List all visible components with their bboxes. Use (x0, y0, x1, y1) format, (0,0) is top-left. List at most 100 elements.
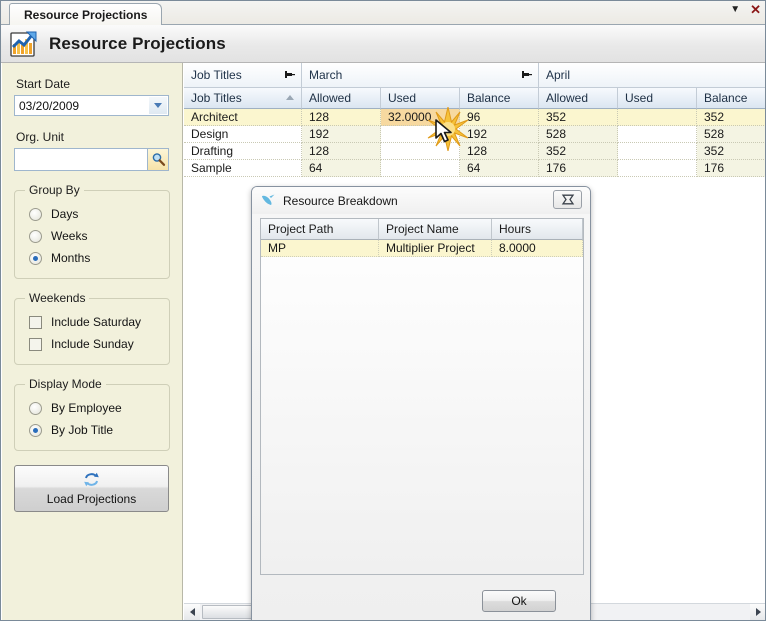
column-label: Balance (704, 91, 748, 105)
cell-march-allowed[interactable]: 128 (302, 109, 381, 126)
weekends-legend: Weekends (29, 291, 86, 305)
chevron-down-icon[interactable] (149, 97, 167, 114)
cell-april-balance[interactable]: 352 (697, 109, 765, 126)
arrow-right-icon[interactable] (750, 604, 765, 620)
cell-april-allowed[interactable]: 352 (539, 143, 618, 160)
dialog-cell-project-name[interactable]: Multiplier Project (379, 240, 492, 257)
table-row[interactable]: Drafting 128 128 352 352 (184, 143, 765, 160)
column-label: Allowed (309, 91, 352, 105)
column-header-march-allowed[interactable]: Allowed (302, 88, 381, 109)
cell-march-balance[interactable]: 192 (460, 126, 539, 143)
column-label: Balance (467, 91, 511, 105)
cell-april-balance[interactable]: 176 (697, 160, 765, 177)
band-april[interactable]: April (539, 63, 765, 88)
cell-april-allowed[interactable]: 176 (539, 160, 618, 177)
ok-button-label: Ok (511, 594, 527, 608)
cell-april-used[interactable] (618, 143, 697, 160)
column-header-april-allowed[interactable]: Allowed (539, 88, 618, 109)
radio-label: By Employee (51, 401, 122, 415)
radio-display-by-employee[interactable]: By Employee (29, 397, 161, 419)
band-job-titles[interactable]: Job Titles (184, 63, 302, 88)
options-sidebar: Start Date 03/20/2009 Org. Unit Group By… (2, 63, 183, 620)
checkbox-label: Include Sunday (51, 337, 134, 351)
cell-march-balance[interactable]: 128 (460, 143, 539, 160)
dialog-cell-hours[interactable]: 8.0000 (492, 240, 583, 257)
start-date-input[interactable]: 03/20/2009 (14, 95, 169, 116)
tab-resource-projections[interactable]: Resource Projections (9, 3, 163, 25)
checkbox-icon (29, 337, 42, 351)
table-row[interactable]: Architect 128 32.0000 96 352 352 (184, 109, 765, 126)
cell-job-title[interactable]: Architect (184, 109, 302, 126)
dialog-table-row[interactable]: MP Multiplier Project 8.0000 (261, 240, 583, 257)
cell-march-allowed[interactable]: 128 (302, 143, 381, 160)
weekends-fieldset: Weekends Include Saturday Include Sunday (14, 291, 170, 365)
column-header-job-titles[interactable]: Job Titles (184, 88, 302, 109)
dialog-close-button[interactable] (553, 190, 582, 209)
radio-group-by-days[interactable]: Days (29, 203, 161, 225)
group-by-legend: Group By (29, 183, 80, 197)
cell-march-balance[interactable]: 64 (460, 160, 539, 177)
load-projections-button[interactable]: Load Projections (14, 465, 169, 512)
cell-march-used[interactable] (381, 160, 460, 177)
radio-group-by-months[interactable]: Months (29, 247, 161, 269)
table-row[interactable]: Sample 64 64 176 176 (184, 160, 765, 177)
radio-icon (29, 401, 42, 415)
ok-button[interactable]: Ok (482, 590, 556, 612)
cell-march-used[interactable] (381, 143, 460, 160)
cell-job-title[interactable]: Sample (184, 160, 302, 177)
arrow-left-icon[interactable] (184, 604, 200, 620)
cell-march-used[interactable]: 32.0000 (381, 109, 460, 126)
cell-april-used[interactable] (618, 109, 697, 126)
cell-april-used[interactable] (618, 126, 697, 143)
chevron-down-icon[interactable]: ▼ (730, 4, 740, 16)
dialog-column-header-project-path[interactable]: Project Path (261, 219, 379, 240)
cell-april-allowed[interactable]: 528 (539, 126, 618, 143)
dialog-footer: Ok (252, 581, 590, 620)
cell-march-allowed[interactable]: 192 (302, 126, 381, 143)
cell-march-allowed[interactable]: 64 (302, 160, 381, 177)
pin-icon[interactable] (284, 69, 295, 83)
cell-job-title[interactable]: Drafting (184, 143, 302, 160)
checkbox-include-sunday[interactable]: Include Sunday (29, 333, 161, 355)
checkbox-label: Include Saturday (51, 315, 142, 329)
column-header-march-used[interactable]: Used (381, 88, 460, 109)
pin-icon[interactable] (521, 69, 532, 83)
display-mode-fieldset: Display Mode By Employee By Job Title (14, 377, 170, 451)
column-header-march-balance[interactable]: Balance (460, 88, 539, 109)
cell-april-balance[interactable]: 352 (697, 143, 765, 160)
dialog-column-header-project-name[interactable]: Project Name (379, 219, 492, 240)
radio-label: Weeks (51, 229, 88, 243)
sort-ascending-icon (286, 95, 294, 100)
start-date-value: 03/20/2009 (19, 98, 80, 113)
cell-april-balance[interactable]: 528 (697, 126, 765, 143)
radio-icon (29, 229, 42, 243)
cell-april-allowed[interactable]: 352 (539, 109, 618, 126)
radio-display-by-job-title[interactable]: By Job Title (29, 419, 161, 441)
checkbox-icon (29, 315, 42, 329)
radio-icon (29, 207, 42, 221)
dialog-column-header-hours[interactable]: Hours (492, 219, 583, 240)
column-label: Job Titles (191, 91, 242, 105)
display-mode-legend: Display Mode (29, 377, 102, 391)
checkbox-include-saturday[interactable]: Include Saturday (29, 311, 161, 333)
column-label: Allowed (546, 91, 589, 105)
cell-april-used[interactable] (618, 160, 697, 177)
cell-march-used[interactable] (381, 126, 460, 143)
band-label: March (309, 68, 343, 82)
radio-label: Months (51, 251, 91, 265)
close-x-icon[interactable]: ✕ (750, 3, 761, 16)
column-header-april-used[interactable]: Used (618, 88, 697, 109)
dialog-title-bar[interactable]: Resource Breakdown (252, 187, 590, 214)
cell-job-title[interactable]: Design (184, 126, 302, 143)
table-row[interactable]: Design 192 192 528 528 (184, 126, 765, 143)
radio-icon-selected (29, 251, 42, 265)
magnifier-icon[interactable] (147, 148, 169, 171)
org-unit-label: Org. Unit (16, 130, 65, 144)
column-header-april-balance[interactable]: Balance (697, 88, 765, 109)
radio-group-by-weeks[interactable]: Weeks (29, 225, 161, 247)
cell-march-balance[interactable]: 96 (460, 109, 539, 126)
band-march[interactable]: March (302, 63, 539, 88)
dialog-cell-project-path[interactable]: MP (261, 240, 379, 257)
org-unit-input[interactable] (14, 148, 147, 171)
band-label: Job Titles (191, 68, 242, 82)
